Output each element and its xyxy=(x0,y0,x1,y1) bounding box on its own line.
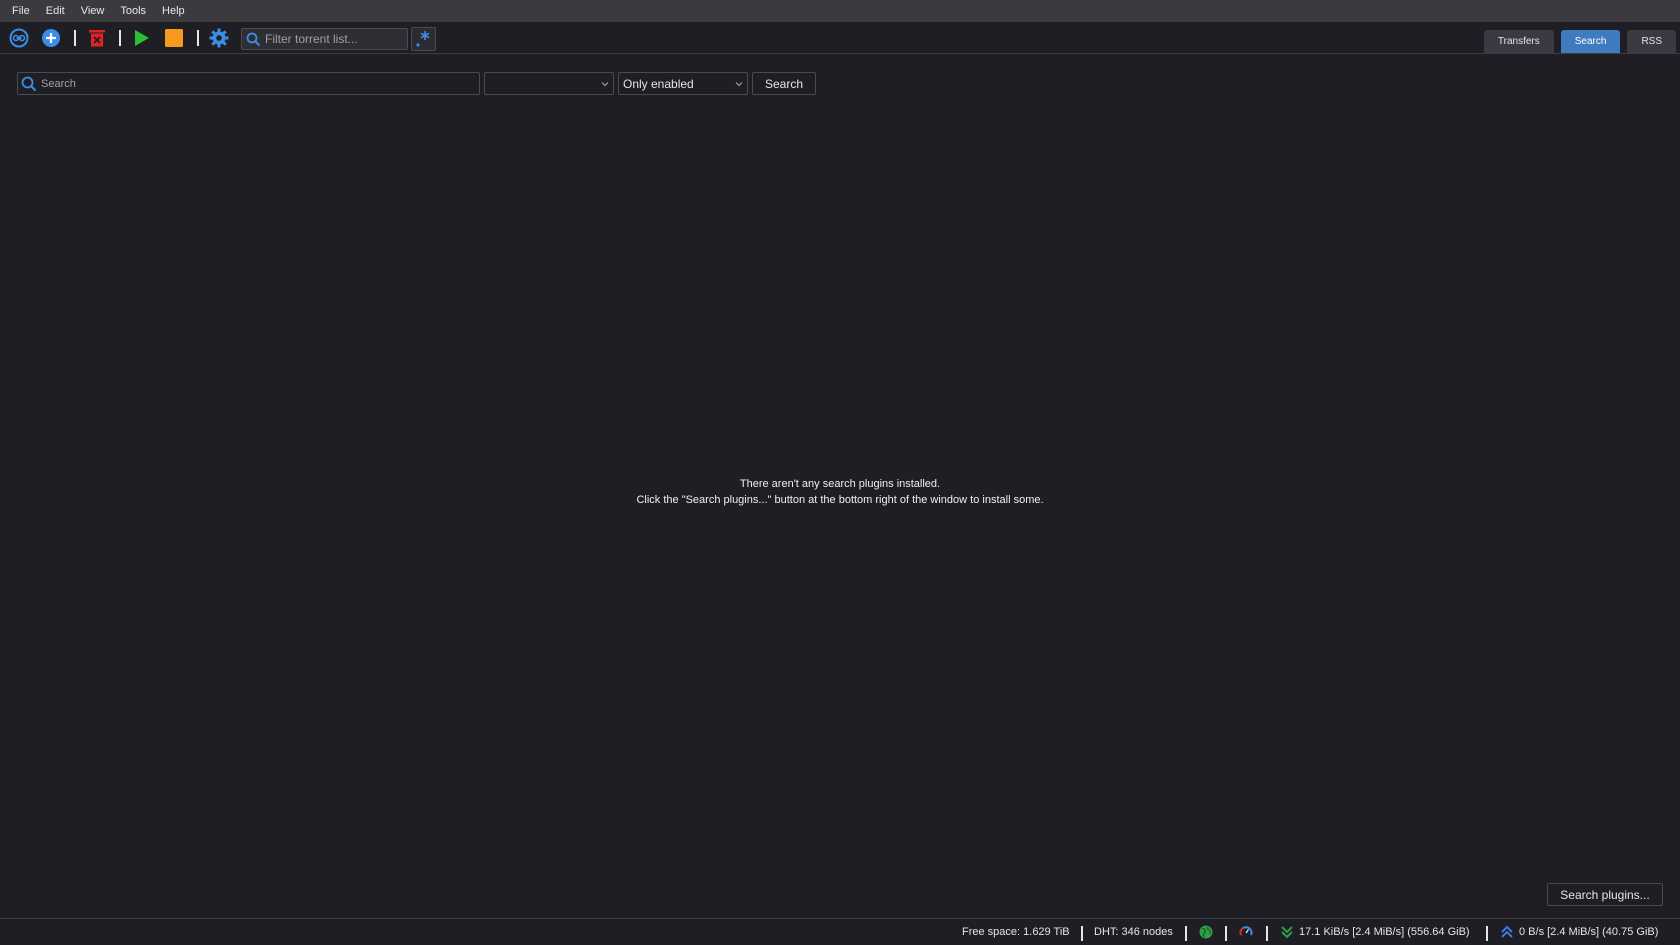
search-icon xyxy=(21,76,37,92)
settings-icon[interactable] xyxy=(208,27,230,49)
download-speed-icon xyxy=(1280,925,1294,939)
resume-icon[interactable] xyxy=(130,27,152,49)
search-icon xyxy=(246,32,261,47)
download-speed-label: 17.1 KiB/s [2.4 MiB/s] (556.64 GiB) xyxy=(1299,926,1470,938)
tab-search[interactable]: Search xyxy=(1560,30,1621,53)
category-select[interactable] xyxy=(484,72,614,95)
menu-help[interactable]: Help xyxy=(154,0,193,22)
status-separator xyxy=(1081,926,1083,941)
stop-icon[interactable] xyxy=(163,27,185,49)
search-query-box[interactable] xyxy=(17,72,480,95)
search-plugins-button[interactable]: Search plugins... xyxy=(1547,883,1663,906)
plugins-filter-select[interactable]: Only enabled xyxy=(618,72,748,95)
menu-file[interactable]: File xyxy=(4,0,38,22)
plugins-filter-select-value: Only enabled xyxy=(623,76,694,91)
free-space-label: Free space: 1.629 TiB xyxy=(962,926,1070,938)
chevron-down-icon xyxy=(601,81,609,87)
search-query-input[interactable] xyxy=(41,77,461,90)
toolbar-separator xyxy=(119,30,121,46)
menu-view[interactable]: View xyxy=(73,0,113,22)
toolbar: Transfers Search RSS xyxy=(0,22,1680,54)
speed-limit-toggle-icon[interactable] xyxy=(1239,925,1253,939)
tab-rss[interactable]: RSS xyxy=(1627,30,1676,53)
regex-toggle-button[interactable] xyxy=(411,27,436,51)
search-button[interactable]: Search xyxy=(752,72,816,95)
dht-nodes-label: DHT: 346 nodes xyxy=(1094,926,1173,938)
connection-status-icon[interactable] xyxy=(1199,925,1213,939)
toolbar-separator xyxy=(197,30,199,46)
status-separator xyxy=(1225,926,1227,941)
menu-tools[interactable]: Tools xyxy=(112,0,154,22)
add-link-icon[interactable] xyxy=(8,27,30,49)
menu-bar: File Edit View Tools Help xyxy=(0,0,1680,22)
menu-edit[interactable]: Edit xyxy=(38,0,73,22)
empty-state-message: There aren't any search plugins installe… xyxy=(0,476,1680,508)
status-separator xyxy=(1486,926,1488,941)
regex-icon xyxy=(416,31,430,47)
empty-state-line-2: Click the "Search plugins..." button at … xyxy=(636,494,1044,506)
upload-speed-icon xyxy=(1500,925,1514,939)
main-tabs: Transfers Search RSS xyxy=(1483,30,1676,53)
empty-state-line-1: There aren't any search plugins installe… xyxy=(739,478,941,490)
filter-torrent-input-box[interactable] xyxy=(241,28,408,50)
filter-torrent-input[interactable] xyxy=(265,32,405,46)
add-torrent-icon[interactable] xyxy=(40,27,62,49)
status-bar: Free space: 1.629 TiB DHT: 346 nodes 17.… xyxy=(0,918,1680,945)
delete-icon[interactable] xyxy=(86,27,108,49)
tab-transfers[interactable]: Transfers xyxy=(1483,30,1554,53)
toolbar-separator xyxy=(74,30,76,46)
status-separator xyxy=(1266,926,1268,941)
chevron-down-icon xyxy=(735,81,743,87)
status-separator xyxy=(1185,926,1187,941)
upload-speed-label: 0 B/s [2.4 MiB/s] (40.75 GiB) xyxy=(1519,926,1659,938)
